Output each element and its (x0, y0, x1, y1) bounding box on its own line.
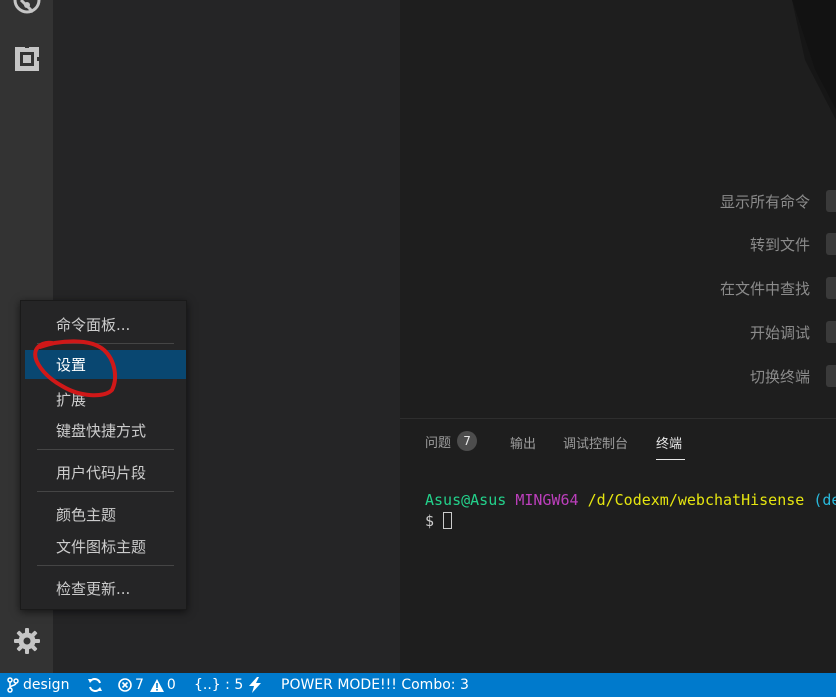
error-count: 7 (135, 677, 144, 693)
keybinding-badge (826, 233, 836, 255)
sync-icon (88, 678, 102, 692)
json-info-text: {..} : 5 (194, 677, 244, 693)
menu-item-extensions[interactable]: 扩展 (25, 386, 186, 412)
tab-problems[interactable]: 问题 7 (425, 431, 478, 451)
tab-output[interactable]: 输出 (510, 433, 536, 452)
terminal-user-host: Asus@Asus (425, 491, 507, 509)
shortcut-toggle-terminal: 切换终端 (750, 364, 836, 388)
git-branch-icon (7, 677, 19, 693)
menu-item-label: 检查更新... (56, 579, 131, 598)
tab-label: 终端 (656, 437, 683, 452)
problems-count-badge: 7 (457, 431, 478, 451)
terminal-branch: (de (813, 491, 836, 509)
menu-item-color-theme[interactable]: 颜色主题 (25, 501, 186, 527)
terminal-prompt: $ (425, 512, 435, 530)
gear-icon[interactable] (0, 627, 53, 655)
menu-item-label: 设置 (56, 356, 87, 374)
menu-separator (37, 491, 174, 492)
menu-item-label: 颜色主题 (56, 505, 117, 524)
problems-status[interactable]: 7 0 (118, 673, 176, 697)
shortcut-show-all-commands: 显示所有命令 (720, 189, 836, 213)
power-mode-status[interactable]: POWER MODE!!! Combo: 3 (281, 673, 469, 697)
keybinding-badge (826, 277, 836, 299)
tab-label: 问题 (425, 435, 452, 451)
tab-label: 输出 (510, 437, 537, 452)
bottom-panel: 问题 7 输出 调试控制台 终端 Asus@Asus MINGW64 /d/Co… (400, 418, 836, 673)
terminal-shell: MINGW64 (515, 491, 579, 509)
menu-separator (37, 449, 174, 450)
status-bar: design 7 0 {..} : 5 POWER MODE!!! Combo:… (0, 673, 836, 697)
shortcut-label: 转到文件 (749, 235, 810, 254)
terminal-output[interactable]: Asus@Asus MINGW64 /d/Codexm/webchatHisen… (425, 490, 836, 532)
power-mode-text: POWER MODE!!! Combo: 3 (281, 677, 469, 693)
editor-area: 显示所有命令 转到文件 在文件中查找 开始调试 切换终端 (400, 0, 836, 418)
vscode-watermark-logo (792, 0, 836, 120)
menu-item-user-snippets[interactable]: 用户代码片段 (25, 459, 186, 485)
settings-context-menu: 命令面板... 设置 扩展 键盘快捷方式 用户代码片段 颜色主题 文件图标主题 … (20, 300, 187, 610)
panel-tab-bar: 问题 7 输出 调试控制台 终端 (400, 419, 836, 467)
keybinding-badge (826, 321, 836, 343)
tab-label: 调试控制台 (563, 437, 629, 452)
power-mode-icon (248, 673, 262, 697)
git-branch-status[interactable]: design (7, 673, 69, 697)
json-info-status[interactable]: {..} : 5 (194, 673, 243, 697)
shortcut-label: 切换终端 (749, 367, 810, 386)
error-icon (118, 678, 132, 692)
warning-icon (149, 678, 164, 692)
extensions-icon[interactable] (0, 44, 53, 74)
menu-item-command-palette[interactable]: 命令面板... (25, 311, 186, 337)
menu-item-label: 用户代码片段 (56, 463, 147, 482)
menu-item-check-updates[interactable]: 检查更新... (25, 575, 186, 601)
sync-button[interactable] (87, 673, 103, 697)
shortcut-label: 显示所有命令 (719, 192, 810, 211)
shortcut-label: 在文件中查找 (719, 279, 810, 298)
shortcut-label: 开始调试 (749, 323, 810, 342)
shortcut-start-debugging: 开始调试 (750, 320, 836, 344)
tab-terminal[interactable]: 终端 (656, 433, 682, 452)
active-tab-indicator (656, 459, 685, 460)
vscode-window: 显示所有命令 转到文件 在文件中查找 开始调试 切换终端 问题 7 输出 调试控… (0, 0, 836, 697)
menu-item-settings[interactable]: 设置 (25, 350, 186, 379)
menu-item-label: 文件图标主题 (56, 537, 147, 556)
menu-item-label: 键盘快捷方式 (56, 421, 147, 440)
menu-item-keyboard-shortcuts[interactable]: 键盘快捷方式 (25, 417, 186, 443)
warning-count: 0 (166, 677, 176, 693)
menu-item-label: 扩展 (56, 390, 87, 409)
git-branch-name: design (23, 677, 70, 693)
terminal-path: /d/Codexm/webchatHisense (587, 491, 805, 509)
shortcut-go-to-file: 转到文件 (750, 232, 836, 256)
keybinding-badge (826, 190, 836, 212)
menu-item-file-icon-theme[interactable]: 文件图标主题 (25, 533, 186, 559)
tab-debug-console[interactable]: 调试控制台 (563, 433, 628, 452)
menu-item-label: 命令面板... (56, 315, 131, 334)
debug-icon[interactable] (0, 0, 53, 18)
shortcut-find-in-files: 在文件中查找 (720, 276, 836, 300)
menu-separator (37, 565, 174, 566)
menu-separator (37, 343, 174, 344)
keybinding-badge (826, 365, 836, 387)
terminal-cursor (443, 512, 453, 529)
